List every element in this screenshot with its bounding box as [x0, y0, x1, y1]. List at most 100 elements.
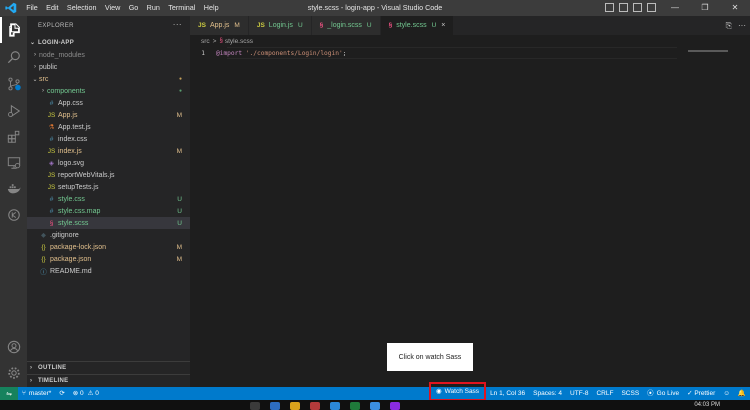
workspace-root[interactable]: ⌄ LOGIN-APP: [27, 36, 190, 49]
file-item[interactable]: JS index.js M: [27, 145, 190, 157]
taskbar-app-icon[interactable]: [390, 402, 400, 410]
taskbar-clock[interactable]: 04:03 PM: [694, 400, 720, 410]
taskbar-vscode-icon[interactable]: [370, 402, 380, 410]
file-item[interactable]: JS setupTests.js: [27, 181, 190, 193]
feedback-icon[interactable]: ☺: [719, 387, 734, 400]
run-debug-icon[interactable]: [0, 98, 27, 124]
file-item[interactable]: JS App.js M: [27, 109, 190, 121]
more-actions-icon[interactable]: ···: [173, 20, 182, 29]
menu-terminal[interactable]: Terminal: [164, 0, 200, 16]
file-item[interactable]: § style.scss U: [27, 217, 190, 229]
scss-file-icon: §: [49, 219, 54, 227]
source-control-icon[interactable]: [0, 71, 27, 97]
file-tree: › node_modules › public ⌄ src ● › components ● # Ap…: [27, 49, 190, 277]
maximize-button[interactable]: ❐: [690, 0, 720, 16]
menu-view[interactable]: View: [101, 0, 125, 16]
problems-indicator[interactable]: ⊗ 0 ⚠ 0: [69, 387, 103, 400]
svg-file-icon: ◈: [49, 160, 54, 167]
minimize-button[interactable]: —: [660, 0, 690, 16]
remote-indicator-icon[interactable]: ⇋: [0, 387, 18, 400]
split-editor-icon[interactable]: ⎘: [726, 21, 732, 31]
editor-tab[interactable]: JS App.js M: [190, 16, 249, 35]
menu-go[interactable]: Go: [125, 0, 143, 16]
menu-selection[interactable]: Selection: [63, 0, 101, 16]
notifications-bell-icon[interactable]: 🔔: [734, 387, 750, 400]
taskbar-app-icon[interactable]: [250, 402, 260, 410]
css-file-icon: #: [49, 99, 54, 107]
chevron-right-icon: ›: [34, 52, 36, 58]
folder-item[interactable]: › public: [27, 61, 190, 73]
search-icon[interactable]: [0, 44, 27, 70]
file-item[interactable]: JS reportWebVitals.js: [27, 169, 190, 181]
file-item[interactable]: {} package.json M: [27, 253, 190, 265]
taskbar-app-icon[interactable]: [330, 402, 340, 410]
end-of-line[interactable]: CRLF: [592, 387, 617, 400]
language-mode[interactable]: SCSS: [617, 387, 643, 400]
folder-item[interactable]: › components ●: [27, 85, 190, 97]
editor-tabs: JS App.js M JS Login.js U § _login.scss U § style.…: [190, 16, 750, 35]
go-live-button[interactable]: ⦿ Go Live: [643, 387, 683, 400]
menu-help[interactable]: Help: [200, 0, 223, 16]
file-item[interactable]: ◈ logo.svg: [27, 157, 190, 169]
menu-file[interactable]: File: [22, 0, 42, 16]
file-item[interactable]: # App.css: [27, 97, 190, 109]
tab-git-status: M: [234, 22, 240, 29]
taskbar-folder-icon[interactable]: [290, 402, 300, 410]
toggle-secondary-sidebar-icon[interactable]: [633, 3, 642, 12]
file-item[interactable]: # style.css.map U: [27, 205, 190, 217]
minimap[interactable]: [688, 50, 728, 52]
tree-item-label: index.js: [58, 147, 82, 155]
tree-item-label: package-lock.json: [50, 243, 107, 251]
js-file-icon: JS: [47, 171, 56, 179]
docker-icon[interactable]: [0, 176, 27, 202]
account-icon[interactable]: [0, 334, 27, 360]
taskbar-app-icon[interactable]: [310, 402, 320, 410]
taskbar-apps: [250, 402, 400, 410]
editor-tab[interactable]: § _login.scss U: [311, 16, 381, 35]
git-branch[interactable]: ⑂ master*: [18, 387, 55, 400]
prettier-status[interactable]: ✓ Prettier: [683, 387, 719, 400]
watch-sass-button[interactable]: ◉ Watch Sass: [428, 382, 487, 401]
editor-tab[interactable]: § style.scss U ×: [380, 16, 455, 35]
taskbar-app-icon[interactable]: [350, 402, 360, 410]
customize-layout-icon[interactable]: [647, 3, 656, 12]
indentation[interactable]: Spaces: 4: [529, 387, 566, 400]
timeline-icon[interactable]: [0, 202, 27, 228]
taskbar-app-icon[interactable]: [270, 402, 280, 410]
toggle-panel-icon[interactable]: [619, 3, 628, 12]
cursor-position[interactable]: Ln 1, Col 36: [486, 387, 529, 400]
breadcrumb-file[interactable]: style.scss: [225, 38, 253, 45]
file-item[interactable]: ⓘ README.md: [27, 265, 190, 277]
sync-icon[interactable]: ⟳: [55, 387, 68, 400]
tab-label: _login.scss: [327, 22, 362, 29]
menu-run[interactable]: Run: [142, 0, 164, 16]
file-item[interactable]: # style.css U: [27, 193, 190, 205]
breadcrumb-folder[interactable]: src: [201, 38, 210, 45]
menu-bar: File Edit Selection View Go Run Terminal…: [22, 0, 223, 16]
folder-item[interactable]: › node_modules: [27, 49, 190, 61]
encoding[interactable]: UTF-8: [566, 387, 592, 400]
explorer-icon[interactable]: [0, 17, 27, 43]
remote-explorer-icon[interactable]: [0, 150, 27, 176]
toggle-sidebar-icon[interactable]: [605, 3, 614, 12]
extensions-icon[interactable]: [0, 124, 27, 150]
outline-section[interactable]: › OUTLINE: [27, 361, 190, 374]
git-status-badge: U: [177, 207, 182, 215]
errors-count: ⊗ 0: [72, 390, 84, 397]
map-file-icon: #: [49, 207, 54, 215]
file-item[interactable]: ◆ .gitignore: [27, 229, 190, 241]
menu-edit[interactable]: Edit: [42, 0, 63, 16]
close-tab-icon[interactable]: ×: [441, 22, 445, 29]
tab-git-status: U: [297, 22, 303, 29]
tab-git-status: U: [366, 22, 372, 29]
file-item[interactable]: ⚗ App.test.js: [27, 121, 190, 133]
more-editor-actions-icon[interactable]: ···: [738, 21, 746, 30]
chevron-right-icon: ›: [30, 378, 33, 384]
close-window-button[interactable]: ✕: [720, 0, 750, 16]
file-item[interactable]: {} package-lock.json M: [27, 241, 190, 253]
settings-gear-icon[interactable]: [0, 360, 27, 386]
folder-item[interactable]: ⌄ src ●: [27, 73, 190, 85]
timeline-section[interactable]: › TIMELINE: [27, 374, 190, 387]
file-item[interactable]: # index.css: [27, 133, 190, 145]
editor-tab[interactable]: JS Login.js U: [248, 16, 312, 35]
